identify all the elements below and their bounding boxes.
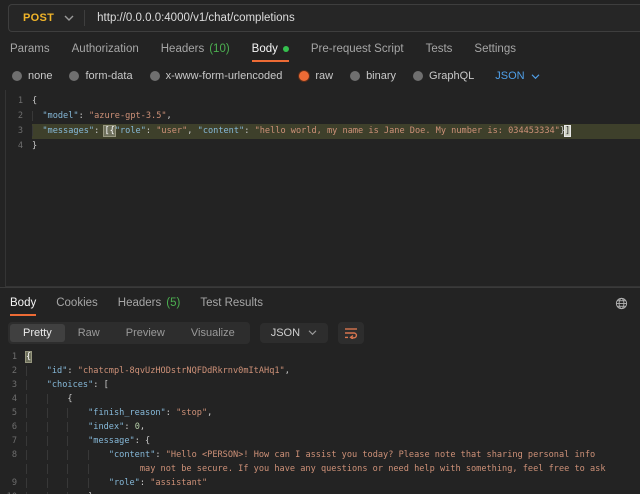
request-tabs: Params Authorization Headers(10) Body Pr…: [0, 36, 640, 62]
code-line: 8 "content": "Hello <PERSON>! How can I …: [0, 448, 640, 462]
radio-binary[interactable]: binary: [350, 70, 396, 82]
chevron-down-icon: [308, 329, 317, 336]
code-line: 4}: [6, 139, 640, 154]
code-line: 1{: [6, 94, 640, 109]
response-tab-headers[interactable]: Headers(5): [118, 288, 181, 318]
radio-icon: [350, 71, 360, 81]
tab-body[interactable]: Body: [252, 36, 289, 62]
code-line: 10 }: [0, 490, 640, 494]
tab-tests[interactable]: Tests: [426, 36, 453, 62]
code-line: may not be secure. If you have any quest…: [0, 462, 640, 476]
chevron-down-icon: [531, 73, 540, 80]
url-bar: POST http://0.0.0.0:4000/v1/chat/complet…: [8, 4, 640, 32]
radio-icon: [150, 71, 160, 81]
raw-language-select[interactable]: JSON: [495, 70, 539, 82]
chevron-down-icon[interactable]: [64, 14, 74, 22]
line-number: [0, 462, 26, 476]
url-input[interactable]: http://0.0.0.0:4000/v1/chat/completions: [85, 12, 295, 24]
code-line: 5 "finish_reason": "stop",: [0, 406, 640, 420]
line-number: 2: [0, 364, 26, 378]
code-line: 1{: [0, 350, 640, 364]
line-number: 6: [0, 420, 26, 434]
view-raw[interactable]: Raw: [65, 324, 113, 342]
line-number: 8: [0, 448, 26, 462]
globe-icon[interactable]: [615, 297, 630, 310]
wrap-text-icon: [344, 327, 358, 339]
method-selector[interactable]: POST: [9, 12, 64, 24]
response-toolbar: Pretty Raw Preview Visualize JSON: [0, 318, 640, 347]
line-number: 1: [0, 350, 26, 364]
view-visualize[interactable]: Visualize: [178, 324, 248, 342]
postman-window: POST http://0.0.0.0:4000/v1/chat/complet…: [0, 0, 640, 494]
headers-count: (10): [209, 43, 229, 55]
tab-authorization[interactable]: Authorization: [72, 36, 139, 62]
radio-graphql[interactable]: GraphQL: [413, 70, 474, 82]
response-language-select[interactable]: JSON: [260, 323, 328, 343]
radio-none[interactable]: none: [12, 70, 52, 82]
response-tab-cookies[interactable]: Cookies: [56, 288, 98, 318]
radio-selected-icon: [299, 71, 309, 81]
tab-pre-request-script[interactable]: Pre-request Script: [311, 36, 404, 62]
body-modified-dot-icon: [283, 46, 289, 52]
tab-headers[interactable]: Headers(10): [161, 36, 230, 62]
request-body-editor[interactable]: 1{2 "model": "azure-gpt-3.5",3 "messages…: [5, 90, 640, 287]
line-number: 3: [6, 124, 32, 139]
body-type-row: none form-data x-www-form-urlencoded raw…: [0, 62, 640, 90]
line-number: 9: [0, 476, 26, 490]
line-number: 2: [6, 109, 32, 124]
line-number: 3: [0, 378, 26, 392]
response-tabs: Body Cookies Headers(5) Test Results: [0, 288, 640, 318]
radio-x-www-form-urlencoded[interactable]: x-www-form-urlencoded: [150, 70, 283, 82]
view-pretty[interactable]: Pretty: [10, 324, 65, 342]
response-tab-body[interactable]: Body: [10, 288, 36, 318]
request-url-row: POST http://0.0.0.0:4000/v1/chat/complet…: [0, 0, 640, 36]
response-body-editor[interactable]: 1{2 "id": "chatcmpl-8qvUzHODstrNQFDdRkrn…: [0, 347, 640, 494]
wrap-text-button[interactable]: [338, 322, 364, 344]
code-line: 4 {: [0, 392, 640, 406]
radio-raw[interactable]: raw: [299, 70, 333, 82]
view-mode-switcher: Pretty Raw Preview Visualize: [8, 322, 250, 344]
code-line: 2 "id": "chatcmpl-8qvUzHODstrNQFDdRkrnv0…: [0, 364, 640, 378]
response-section: Body Cookies Headers(5) Test Results Pre…: [0, 287, 640, 494]
radio-icon: [69, 71, 79, 81]
code-line: 7 "message": {: [0, 434, 640, 448]
line-number: 1: [6, 94, 32, 109]
view-preview[interactable]: Preview: [113, 324, 178, 342]
code-line: 2 "model": "azure-gpt-3.5",: [6, 109, 640, 124]
radio-form-data[interactable]: form-data: [69, 70, 132, 82]
tab-params[interactable]: Params: [10, 36, 50, 62]
code-line: 3 "choices": [: [0, 378, 640, 392]
tab-settings[interactable]: Settings: [474, 36, 516, 62]
response-headers-count: (5): [166, 297, 180, 309]
radio-icon: [413, 71, 423, 81]
line-number: 4: [6, 139, 32, 154]
line-number: 7: [0, 434, 26, 448]
radio-icon: [12, 71, 22, 81]
line-number: 4: [0, 392, 26, 406]
code-line: 6 "index": 0,: [0, 420, 640, 434]
line-number: 10: [0, 490, 26, 494]
code-line: 3 "messages": [{"role": "user", "content…: [6, 124, 640, 139]
response-tab-test-results[interactable]: Test Results: [200, 288, 263, 318]
line-number: 5: [0, 406, 26, 420]
code-line: 9 "role": "assistant": [0, 476, 640, 490]
